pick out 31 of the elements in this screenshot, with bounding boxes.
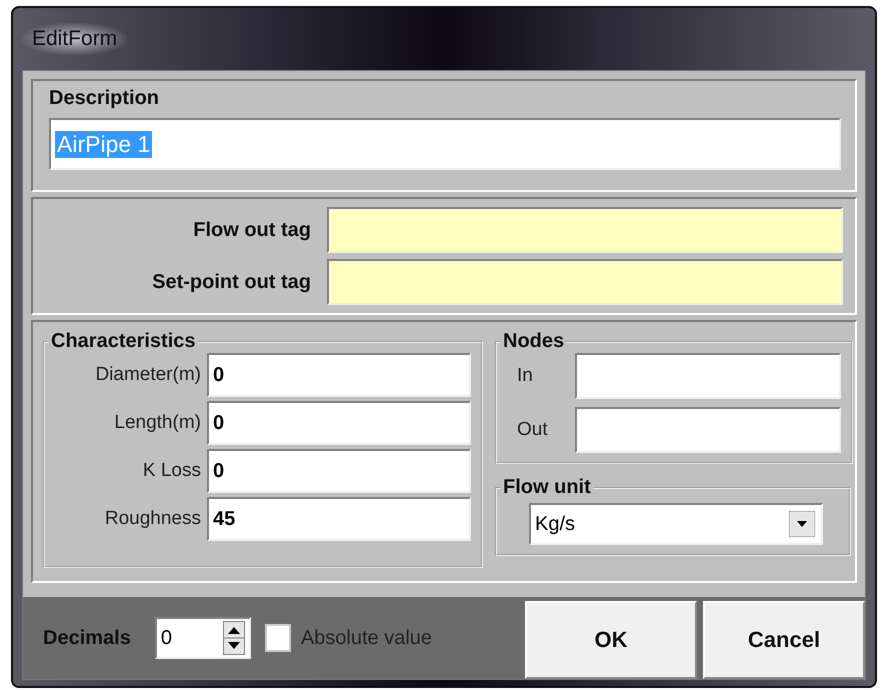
node-field[interactable] xyxy=(575,407,841,453)
tag-field[interactable] xyxy=(327,207,843,253)
field-label: Length(m) xyxy=(113,412,201,434)
absolute-value-checkbox[interactable] xyxy=(264,624,291,652)
flow-unit-dropdown[interactable]: Kg/s xyxy=(529,503,823,545)
description-label: Description xyxy=(49,87,160,110)
spin-arrows-icon[interactable] xyxy=(222,621,245,655)
decimals-spinner[interactable]: 0 xyxy=(154,617,251,659)
tag-field[interactable] xyxy=(327,259,843,305)
node-field[interactable] xyxy=(575,353,841,399)
tag-label: Flow out tag xyxy=(192,218,311,242)
value-field[interactable]: 0 xyxy=(207,353,471,397)
field-label: Roughness xyxy=(104,508,201,530)
decimals-label: Decimals xyxy=(43,626,131,650)
field-label: K Loss xyxy=(142,460,201,482)
value-field[interactable]: 0 xyxy=(207,401,471,445)
group-title: Characteristics xyxy=(50,330,197,353)
group-title: Flow unit xyxy=(502,476,592,499)
field-label: Diameter(m) xyxy=(94,364,201,386)
checkbox-label: Absolute value xyxy=(300,626,432,650)
field-label: Out xyxy=(516,419,549,441)
description-value: AirPipe 1 xyxy=(55,130,152,158)
window-title: EditForm xyxy=(22,23,128,55)
dialog-button[interactable]: OK xyxy=(525,601,697,679)
dropdown-arrow-icon[interactable] xyxy=(789,511,815,537)
dialog-button[interactable]: Cancel xyxy=(703,601,865,679)
group-title: Nodes xyxy=(502,330,566,353)
field-label: In xyxy=(516,365,534,387)
value-field[interactable]: 0 xyxy=(207,449,471,493)
value-field[interactable]: 45 xyxy=(207,497,471,541)
tag-label: Set-point out tag xyxy=(151,270,311,294)
